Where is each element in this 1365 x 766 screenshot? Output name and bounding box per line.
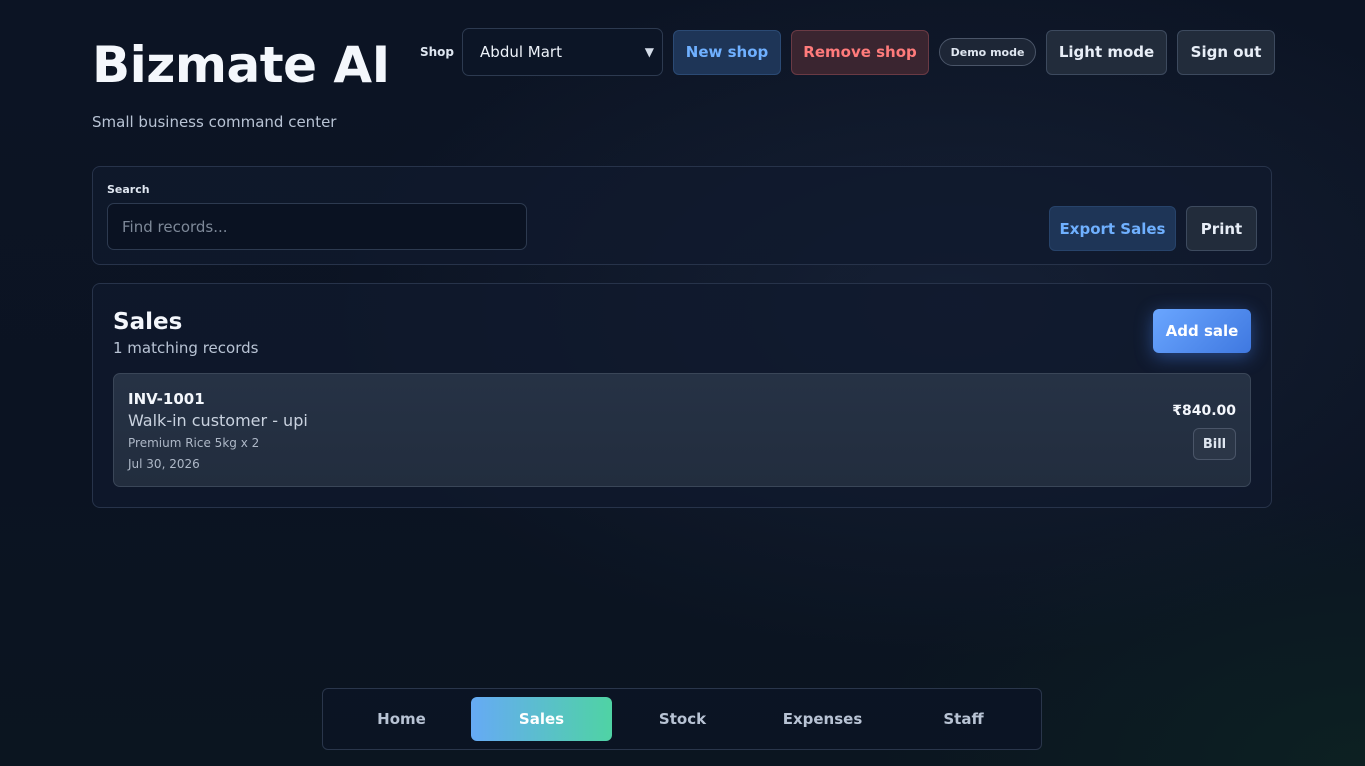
search-input[interactable] [107,203,527,250]
print-button[interactable]: Print [1186,206,1257,251]
demo-mode-badge[interactable]: Demo mode [939,38,1037,66]
search-label: Search [107,183,150,196]
sales-title: Sales [113,309,183,335]
sale-customer: Walk-in customer - upi [128,411,308,430]
light-mode-button[interactable]: Light mode [1046,29,1168,75]
top-controls: Shop Abdul Mart ▼ New shop Remove shop D… [420,28,1276,76]
new-shop-button[interactable]: New shop [673,29,782,75]
sale-date: Jul 30, 2026 [128,457,200,471]
nav-item-stock[interactable]: Stock [612,697,753,741]
brand-subtitle: Small business command center [92,113,337,131]
chevron-down-icon: ▼ [644,45,655,59]
sign-out-button[interactable]: Sign out [1177,29,1276,75]
sale-items: Premium Rice 5kg x 2 [128,436,260,450]
nav-item-home[interactable]: Home [331,697,472,741]
brand-title: Bizmate AI [92,36,390,94]
sales-count: 1 matching records [113,339,259,357]
sale-amount: ₹840.00 [1172,403,1236,419]
shop-label: Shop [420,45,455,59]
nav-item-staff[interactable]: Staff [893,697,1034,741]
add-sale-button[interactable]: Add sale [1153,309,1251,353]
invoice-id: INV-1001 [128,390,205,408]
sales-panel: Sales 1 matching records Add sale INV-10… [92,283,1272,508]
shop-select[interactable]: Abdul Mart ▼ [462,28,664,76]
bill-button[interactable]: Bill [1193,428,1236,460]
nav-item-sales[interactable]: Sales [471,697,612,741]
nav-item-expenses[interactable]: Expenses [752,697,893,741]
remove-shop-button[interactable]: Remove shop [791,29,930,75]
shop-select-value: Abdul Mart [480,43,562,61]
sale-record[interactable]: INV-1001 Walk-in customer - upi Premium … [113,373,1251,487]
bottom-nav: Home Sales Stock Expenses Staff [322,688,1042,750]
export-sales-button[interactable]: Export Sales [1049,206,1176,251]
search-panel: Search Export Sales Print [92,166,1272,265]
